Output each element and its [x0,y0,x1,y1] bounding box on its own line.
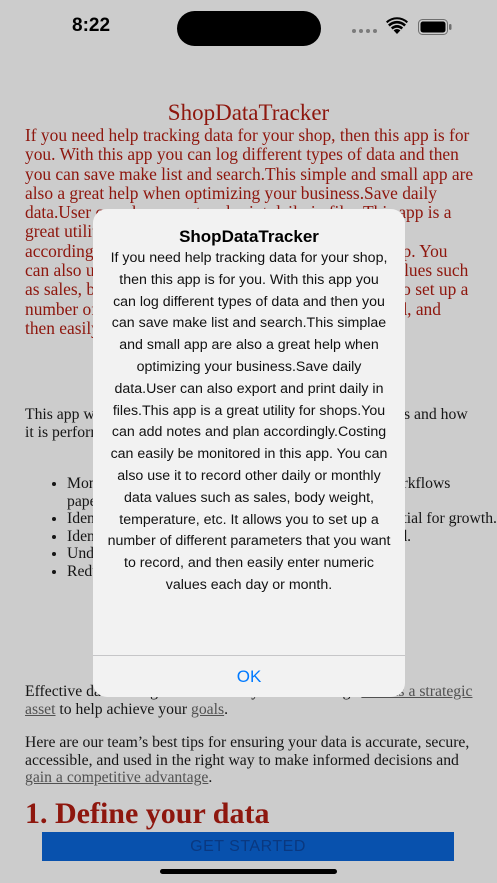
ok-button[interactable]: OK [93,656,405,697]
screen: 8:22 ShopDataTracker If you need help tr… [0,0,497,883]
alert-message: If you need help tracking data for your … [107,250,391,593]
home-indicator[interactable] [160,869,337,874]
alert-title: ShopDataTracker [179,227,319,246]
alert-dialog: ShopDataTracker If you need help trackin… [93,209,405,697]
